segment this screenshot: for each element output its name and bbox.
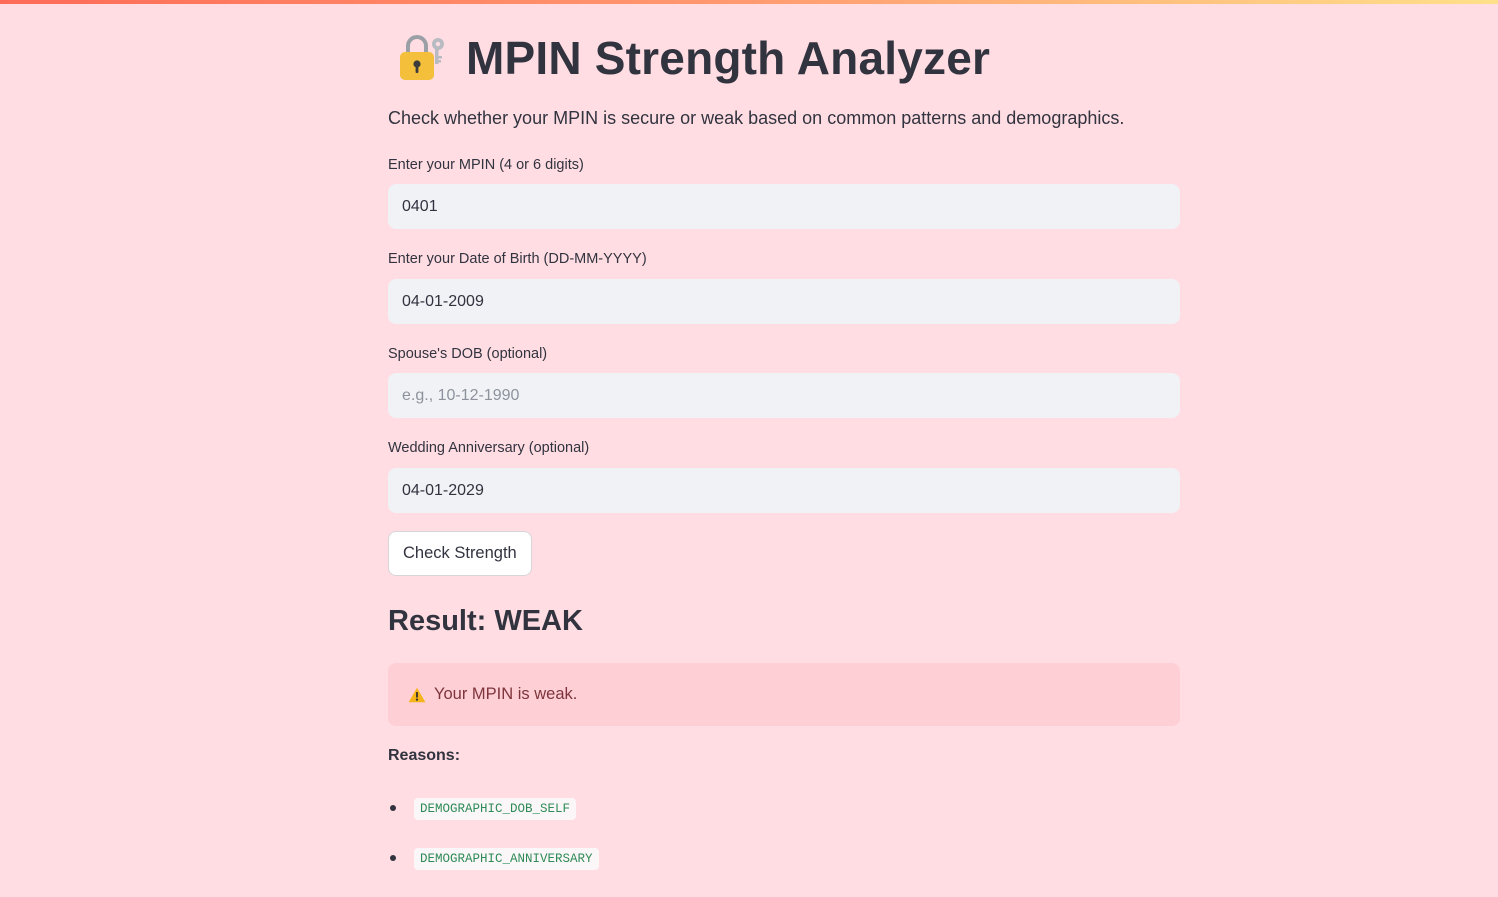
anniversary-input[interactable] bbox=[388, 468, 1180, 513]
anniversary-label: Wedding Anniversary (optional) bbox=[388, 440, 590, 456]
page-title: MPIN Strength Analyzer bbox=[466, 32, 991, 84]
bullet-icon bbox=[390, 805, 396, 811]
reasons-label: Reasons: bbox=[388, 747, 461, 764]
mpin-input[interactable] bbox=[388, 184, 1180, 229]
reason-list: DEMOGRAPHIC_DOB_SELF DEMOGRAPHIC_ANNIVER… bbox=[388, 790, 599, 890]
result-heading: Result: WEAK bbox=[388, 605, 583, 637]
weak-alert: Your MPIN is weak. bbox=[388, 663, 1180, 726]
bullet-icon bbox=[390, 855, 396, 861]
mpin-label: Enter your MPIN (4 or 6 digits) bbox=[388, 157, 584, 173]
spouse-dob-label: Spouse's DOB (optional) bbox=[388, 346, 548, 362]
warning-icon bbox=[408, 687, 426, 703]
alert-text: Your MPIN is weak. bbox=[434, 685, 578, 703]
list-item: DEMOGRAPHIC_ANNIVERSARY bbox=[388, 840, 599, 890]
list-item: DEMOGRAPHIC_DOB_SELF bbox=[388, 790, 599, 840]
dob-label: Enter your Date of Birth (DD-MM-YYYY) bbox=[388, 251, 647, 267]
page-subtitle: Check whether your MPIN is secure or wea… bbox=[388, 108, 1125, 128]
title-row: MPIN Strength Analyzer bbox=[396, 28, 990, 88]
top-decoration-bar bbox=[0, 0, 1498, 4]
check-strength-button[interactable]: Check Strength bbox=[388, 531, 532, 576]
spouse-dob-input[interactable] bbox=[388, 373, 1180, 418]
dob-input[interactable] bbox=[388, 279, 1180, 324]
reason-code: DEMOGRAPHIC_DOB_SELF bbox=[414, 798, 577, 820]
reason-code: DEMOGRAPHIC_ANNIVERSARY bbox=[414, 848, 599, 870]
lock-with-key-icon bbox=[396, 32, 448, 84]
